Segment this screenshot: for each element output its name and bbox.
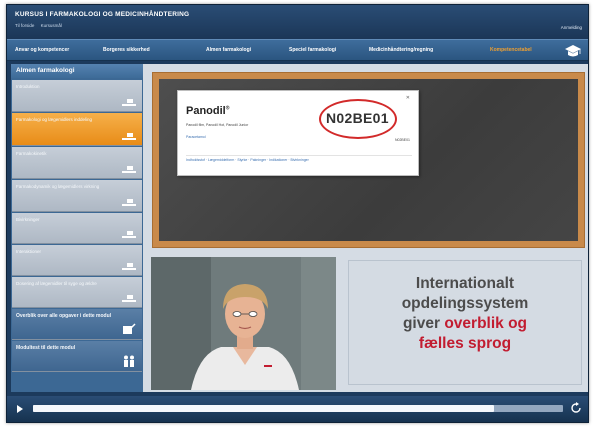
caption-highlight-1: overblik og bbox=[444, 315, 528, 332]
lesson-icon bbox=[122, 166, 136, 173]
product-name: Panodil® bbox=[186, 105, 229, 117]
main-nav: Anvar og kompetencer Borgeres sikkerhed … bbox=[7, 39, 588, 61]
chalkboard: ✕ Panodil® Panodil film, Panodil Hot, Pa… bbox=[159, 79, 578, 241]
lesson-icon bbox=[122, 133, 136, 140]
sidebar-item-interactions[interactable]: Interaktioner bbox=[12, 245, 142, 276]
card-footer-links: Indholdsstof · Lægemiddelform · Styrke ·… bbox=[186, 155, 412, 162]
sidebar: Almen farmakologi Introduktion Farmakolo… bbox=[11, 64, 143, 392]
sidebar-item-pharmacodynamics[interactable]: Farmakodynamik og lægemidlers virkning bbox=[12, 180, 142, 212]
product-description: Panodil film, Panodil Hot, Panodil Junio… bbox=[186, 123, 249, 127]
sidebar-item-dosage[interactable]: Dosering af lægemidler til syge og ældre bbox=[12, 277, 142, 308]
lesson-icon bbox=[122, 99, 136, 106]
sidebar-item-label: Dosering af lægemidler til syge og ældre bbox=[16, 281, 97, 286]
caption-panel: Internationalt opdelingssystem giver ove… bbox=[348, 260, 582, 385]
slide-board: ✕ Panodil® Panodil film, Panodil Hot, Pa… bbox=[152, 72, 585, 248]
registered-mark: ® bbox=[225, 105, 230, 112]
content-stage: ✕ Panodil® Panodil film, Panodil Hot, Pa… bbox=[143, 64, 588, 392]
course-window: KURSUS I FARMAKOLOGI OG MEDICINHÅNDTERIN… bbox=[6, 4, 589, 423]
caption-line-1: Internationalt bbox=[415, 275, 515, 292]
sidebar-item-label: Overblik over alle opgaver i dette modul bbox=[16, 313, 112, 319]
nav-item-medication-handling[interactable]: Medicinhåndtering/regning bbox=[369, 47, 433, 53]
nav-item-roles[interactable]: Anvar og kompetencer bbox=[15, 47, 69, 53]
sidebar-item-label: Farmakokinetik bbox=[16, 151, 47, 156]
header-right-link[interactable]: Anmelding bbox=[561, 25, 582, 30]
sidebar-item-label: Farmakodynamik og lægemidlers virkning bbox=[16, 184, 100, 189]
course-title: KURSUS I FARMAKOLOGI OG MEDICINHÅNDTERIN… bbox=[15, 11, 190, 18]
lesson-icon bbox=[122, 231, 136, 238]
sidebar-item-label: Modultest til dette modul bbox=[16, 345, 76, 351]
nav-item-safety[interactable]: Borgeres sikkerhed bbox=[103, 47, 150, 53]
lesson-icon bbox=[122, 263, 136, 270]
presenter-image bbox=[151, 257, 336, 390]
sidebar-item-label: Farmakologi og lægemidlers inddeling bbox=[16, 117, 93, 122]
caption-line-3: giver overblik og bbox=[349, 314, 581, 334]
sidebar-item-pharmacokinetics[interactable]: Farmakokinetik bbox=[12, 147, 142, 179]
graduation-cap-icon[interactable] bbox=[564, 44, 582, 58]
nav-item-competence-table[interactable]: Kompetencetabel bbox=[490, 47, 532, 53]
product-name-text: Panodil bbox=[186, 105, 226, 117]
caption-highlight-2: fælles sprog bbox=[418, 335, 512, 352]
lesson-icon bbox=[122, 295, 136, 302]
course-goals-link[interactable]: Kursusmål bbox=[41, 23, 62, 28]
sidebar-item-label: Introduktion bbox=[16, 84, 40, 89]
sidebar-item-side-effects[interactable]: Bivirkninger bbox=[12, 213, 142, 244]
close-icon: ✕ bbox=[405, 95, 410, 101]
sidebar-item-classification[interactable]: Farmakologi og lægemidlers inddeling bbox=[12, 113, 142, 146]
highlight-circle bbox=[319, 99, 397, 139]
lesson-icon bbox=[122, 199, 136, 206]
header-links: Til forside Kursusmål bbox=[15, 23, 67, 28]
replay-icon[interactable] bbox=[570, 402, 582, 414]
caption-line-3-start: giver bbox=[402, 315, 445, 332]
caption-line-2: opdelingssystem bbox=[401, 295, 529, 312]
player-controls bbox=[7, 396, 588, 422]
sidebar-item-tasks-overview[interactable]: Overblik over alle opgaver i dette modul bbox=[12, 309, 142, 340]
sidebar-item-module-test[interactable]: Modultest til dette modul bbox=[12, 341, 142, 372]
sidebar-item-introduction[interactable]: Introduktion bbox=[12, 80, 142, 112]
substance-link: Paracetamol bbox=[186, 135, 206, 139]
header: KURSUS I FARMAKOLOGI OG MEDICINHÅNDTERIN… bbox=[7, 5, 588, 39]
presenter-video[interactable] bbox=[151, 257, 336, 390]
people-icon bbox=[124, 355, 134, 367]
progress-bar[interactable] bbox=[33, 405, 563, 412]
sidebar-title: Almen farmakologi bbox=[11, 64, 143, 78]
sidebar-item-label: Interaktioner bbox=[16, 249, 42, 254]
home-link[interactable]: Til forside bbox=[15, 23, 34, 28]
product-card: ✕ Panodil® Panodil film, Panodil Hot, Pa… bbox=[177, 90, 419, 176]
nav-item-general-pharmacology[interactable]: Almen farmakologi bbox=[206, 47, 251, 53]
sidebar-item-label: Bivirkninger bbox=[16, 217, 40, 222]
progress-fill bbox=[33, 405, 495, 412]
atc-code-small: N02BE01 bbox=[395, 138, 410, 142]
play-icon[interactable] bbox=[17, 405, 23, 413]
pencil-paper-icon bbox=[123, 323, 136, 334]
nav-item-special-pharmacology[interactable]: Speciel farmakologi bbox=[289, 47, 336, 53]
